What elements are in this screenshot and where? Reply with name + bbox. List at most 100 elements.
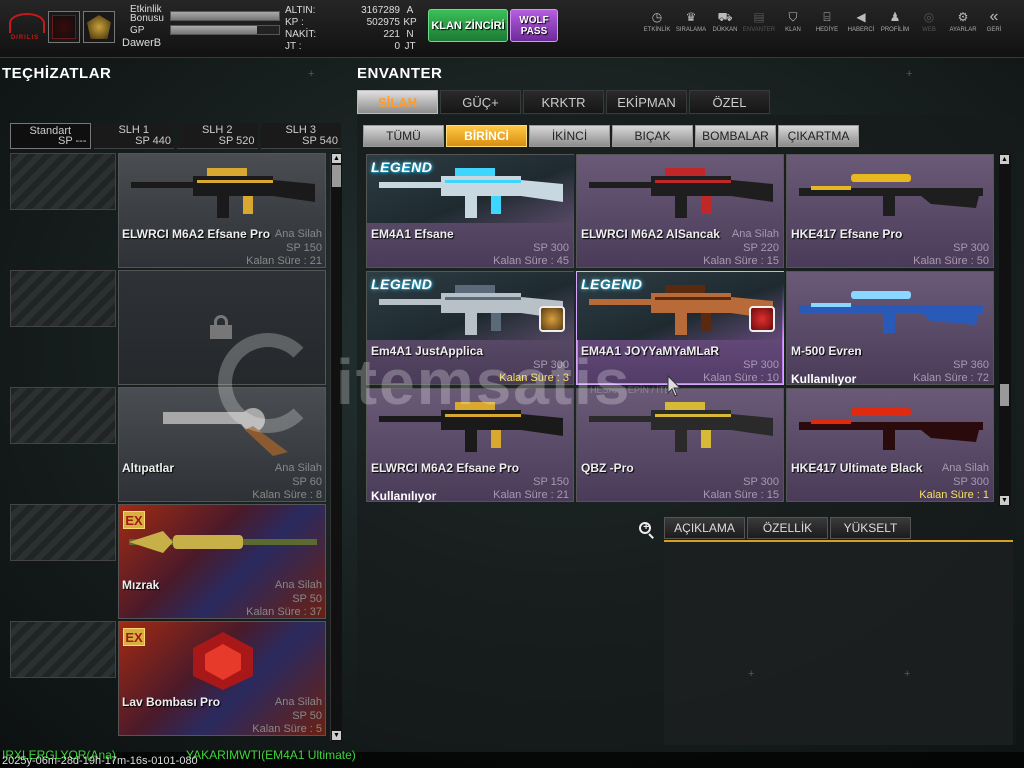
loadout-tab[interactable]: SLH 1 SP 440 xyxy=(93,123,175,149)
equipment-card[interactable]: ELWRCI M6A2 Efsane Pro Ana Silah SP 150 Kal… xyxy=(118,153,326,268)
nav-clock[interactable]: ◷ ETKİNLİK xyxy=(640,10,674,40)
currency-label: NAKİT: xyxy=(285,29,317,40)
equipment-card[interactable]: EX Mızrak Ana Silah SP 50 Kalan Süre : 37 xyxy=(118,504,326,619)
top-bar: DIRILIS Etkinlik Bonusu GP DawerB ALTIN:… xyxy=(0,0,1024,58)
equipment-slot[interactable] xyxy=(10,153,116,210)
nav-label: ENVANTER xyxy=(742,27,776,33)
nav-shield[interactable]: ⛉ KLAN xyxy=(776,10,810,40)
inventory-item[interactable]: ELWRCI M6A2 Efsane Pro SP 150 Kalan Süre :… xyxy=(366,388,574,503)
item-sp: SP 300 xyxy=(533,242,569,254)
equipment-card[interactable] xyxy=(118,270,326,385)
nav-globe[interactable]: ◎ WEB xyxy=(912,10,946,40)
inventory-scrollbar[interactable]: ▲ ▼ xyxy=(999,154,1011,506)
loadout-tab[interactable]: SLH 3 SP 540 xyxy=(260,123,342,149)
scroll-up-icon[interactable]: ▲ xyxy=(332,154,341,163)
inventory-item[interactable]: QBZ -Pro SP 300 Kalan Süre : 15 xyxy=(576,388,784,502)
tab-sub[interactable]: TÜMÜ xyxy=(363,125,444,147)
nav-profile[interactable]: ♟ PROFİLİM xyxy=(878,10,912,40)
inventory-item[interactable]: ELWRCI M6A2 AlSancak Ana Silah SP 220 Kalan… xyxy=(576,154,784,268)
tab-main[interactable]: EKİPMAN xyxy=(606,90,687,114)
item-time-left: Kalan Süre : 21 xyxy=(493,489,569,501)
gear-icon: ⚙ xyxy=(957,10,969,24)
tab-detail[interactable]: ÖZELLİK xyxy=(747,517,828,539)
equipment-time: Kalan Süre : 37 xyxy=(246,606,322,618)
tab-sub[interactable]: BİRİNCİ xyxy=(446,125,527,147)
scroll-down-icon[interactable]: ▼ xyxy=(332,731,341,740)
equipment-card[interactable]: EX Lav Bombası Pro Ana Silah SP 50 Kalan Sür… xyxy=(118,621,326,736)
inventory-sub-tabs: TÜMÜ BİRİNCİ İKİNCİ BIÇAK BOMBALAR ÇIKARTMA xyxy=(363,125,861,147)
currency-unit: JT xyxy=(404,41,416,52)
tab-main[interactable]: GÜÇ+ xyxy=(440,90,521,114)
loadout-tabs: Standart SP --- SLH 1 SP 440 SLH 2 SP 520 SLH … xyxy=(10,123,344,149)
equipment-slot[interactable] xyxy=(10,387,116,444)
equipment-row: EX Mızrak Ana Silah SP 50 Kalan Süre : 37 xyxy=(10,504,342,619)
clan-badge[interactable] xyxy=(48,11,80,43)
currency-row: NAKİT: 221 N xyxy=(285,29,422,41)
lock-body xyxy=(210,325,232,339)
nav-gear[interactable]: ⚙ AYARLAR xyxy=(946,10,980,40)
tab-main[interactable]: KRKTR xyxy=(523,90,604,114)
megaphone-icon: ◀ xyxy=(856,10,866,24)
currency-panel: ALTIN: 3167289 A KP :502975 KP NAKİT: 221 N JT :… xyxy=(285,5,422,55)
tab-sub[interactable]: ÇIKARTMA xyxy=(778,125,859,147)
scroll-thumb[interactable] xyxy=(332,165,341,187)
nav-medal[interactable]: ♛ SIRALAMA xyxy=(674,10,708,40)
inventory-item[interactable]: HKE417 Ultimate Black Ana Silah SP 300 Kala… xyxy=(786,388,994,502)
deco-plus-icon: + xyxy=(308,68,315,80)
tab-main[interactable]: ÖZEL xyxy=(689,90,770,114)
loadout-tab[interactable]: Standart SP --- xyxy=(10,123,91,149)
wolf-pass-label-1: WOLF xyxy=(519,14,549,26)
nav-box[interactable]: ▤ ENVANTER xyxy=(742,10,776,40)
zoom-in-icon[interactable]: + xyxy=(638,521,656,539)
tab-sub[interactable]: BIÇAK xyxy=(612,125,693,147)
equipment-title: TEÇHİZATLAR xyxy=(2,65,112,82)
item-time-left: Kalan Süre : 15 xyxy=(703,255,779,267)
currency-row: ALTIN: 3167289 A xyxy=(285,5,422,17)
loadout-tab[interactable]: SLH 2 SP 520 xyxy=(177,123,258,149)
item-time-left: Kalan Süre : 1 xyxy=(919,489,989,501)
equipment-scrollbar[interactable]: ▲ ▼ xyxy=(330,153,342,741)
wolf-pass-label-2: PASS xyxy=(520,25,548,37)
inventory-item[interactable]: LEGEND EM4A1 JOYYaMYaMLaR SP 300 Kalan Süre… xyxy=(576,271,785,385)
tab-sub[interactable]: BOMBALAR xyxy=(695,125,776,147)
deco-plus-icon: + xyxy=(906,68,913,80)
tab-sub[interactable]: İKİNCİ xyxy=(529,125,610,147)
inventory-item[interactable]: M-500 Evren SP 360 Kalan Süre : 72 Kullanıl… xyxy=(786,271,994,386)
nav-megaphone[interactable]: ◀ HABERCİ xyxy=(844,10,878,40)
nav-cart[interactable]: ⛟ DÜKKAN xyxy=(708,10,742,40)
equipment-slot[interactable] xyxy=(10,270,116,327)
item-time-left: Kalan Süre : 3 xyxy=(499,372,569,384)
equipment-slot[interactable] xyxy=(10,504,116,561)
loadout-tab-sp: SP 440 xyxy=(135,135,172,147)
item-name: M-500 Evren xyxy=(791,344,862,358)
item-in-use-label: Kullanılıyor xyxy=(791,372,857,386)
nav-back[interactable]: « GERİ xyxy=(980,9,1008,40)
tab-detail[interactable]: AÇIKLAMA xyxy=(664,517,745,539)
scroll-up-icon[interactable]: ▲ xyxy=(1000,155,1009,164)
tab-main[interactable]: SİLAH xyxy=(357,90,438,114)
clan-chain-button[interactable]: KLAN ZİNCİRİ xyxy=(428,9,508,42)
nav-gift[interactable]: ⌸ HEDİYE xyxy=(810,10,844,40)
item-in-use-label: Kullanılıyor xyxy=(371,489,437,503)
equipment-card[interactable]: Altıpatlar Ana Silah SP 60 Kalan Süre : 8 xyxy=(118,387,326,502)
tab-detail[interactable]: YÜKSELT xyxy=(830,517,911,539)
item-time-left: Kalan Süre : 50 xyxy=(913,255,989,267)
inventory-item[interactable]: LEGEND EM4A1 Efsane SP 300 Kalan Süre : 45 xyxy=(366,154,575,268)
main-nav: ◷ ETKİNLİK ♛ SIRALAMA ⛟ DÜKKAN ▤ ENVANTER ⛉ KLAN ⌸… xyxy=(640,9,1008,40)
inventory-item[interactable]: LEGEND Em4A1 JustApplica SP 300 Kalan Süre … xyxy=(366,271,575,385)
scroll-down-icon[interactable]: ▼ xyxy=(1000,496,1009,505)
equipment-slot[interactable] xyxy=(10,621,116,678)
item-name: ELWRCI M6A2 AlSancak xyxy=(581,227,720,241)
equipment-name: Mızrak xyxy=(122,578,160,592)
currency-unit: A xyxy=(406,5,414,16)
scroll-thumb[interactable] xyxy=(1000,384,1009,406)
chat-message-2: YAKARIMWTI(EM4A1 Ultimate) xyxy=(186,748,356,762)
rank-badge[interactable] xyxy=(83,11,115,43)
ex-badge: EX xyxy=(123,628,145,646)
inventory-item[interactable]: HKE417 Efsane Pro SP 300 Kalan Süre : 50 xyxy=(786,154,994,268)
wolf-pass-button[interactable]: WOLF PASS xyxy=(510,9,558,42)
nav-label: WEB xyxy=(922,27,936,33)
nav-label: KLAN xyxy=(785,27,801,33)
equipment-name: Altıpatlar xyxy=(122,461,175,475)
item-sp: SP 300 xyxy=(743,359,779,371)
